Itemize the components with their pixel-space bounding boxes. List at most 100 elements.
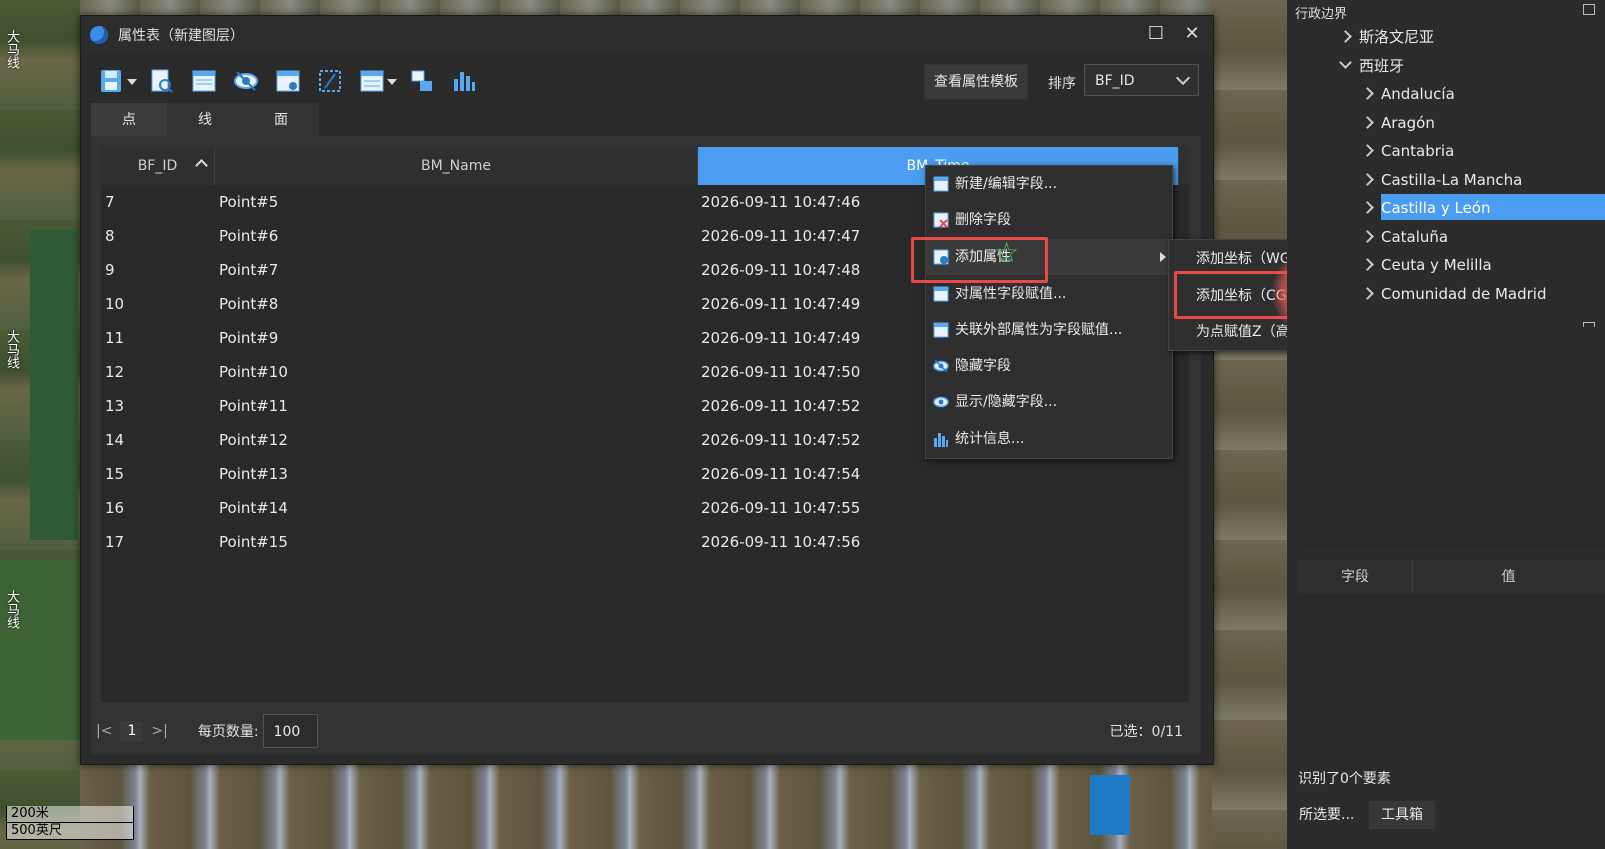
menu-item-hide-field[interactable]: 隐藏字段 [926, 348, 1172, 384]
dropdown-arrow-icon [127, 79, 137, 85]
chevron-right-icon[interactable] [1361, 87, 1374, 100]
show-hide-icon [933, 396, 949, 408]
chevron-down-icon [1175, 70, 1191, 86]
formula-button[interactable] [311, 65, 349, 97]
highlight-box [911, 237, 1048, 283]
table-cell: 17 [105, 533, 125, 551]
close-button[interactable]: ✕ [1179, 22, 1205, 46]
tree-item[interactable]: Cataluña [1381, 223, 1448, 251]
hide-field-button[interactable] [227, 65, 265, 97]
tree-item[interactable]: Castilla-La Mancha [1381, 166, 1522, 194]
chevron-right-icon[interactable] [1361, 229, 1374, 243]
sort-select[interactable]: BF_ID [1084, 64, 1199, 96]
table-row[interactable]: 15 Point#13 2026-09-11 10:47:54 [101, 457, 1189, 491]
table-cell: Point#13 [219, 465, 288, 483]
first-page-icon[interactable]: |< [96, 723, 112, 739]
column-header-bm-name[interactable]: BM_Name [215, 147, 698, 185]
table-row[interactable]: 17 Point#15 2026-09-11 10:47:56 [101, 525, 1189, 559]
menu-item-label: 关联外部属性为字段赋值... [955, 322, 1123, 338]
table-cell: Point#15 [219, 533, 288, 551]
table-cell: Point#9 [219, 329, 279, 347]
tab-polygon[interactable]: 面 [243, 103, 319, 137]
chevron-right-icon[interactable] [1361, 201, 1374, 214]
toolbar [93, 64, 483, 98]
tab-line[interactable]: 线 [167, 103, 243, 137]
table-cell: 2026-09-11 10:47:56 [701, 533, 861, 551]
page-size-input[interactable]: 100 [262, 714, 318, 748]
menu-item-statistics[interactable]: 统计信息... [926, 421, 1172, 457]
tab-selected-features[interactable]: 所选要... [1287, 801, 1366, 829]
locate-icon [276, 70, 300, 92]
maximize-button[interactable]: ☐ [1143, 22, 1169, 46]
table-edit-icon [192, 70, 216, 92]
view-template-button[interactable]: 查看属性模板 [924, 64, 1028, 100]
submenu-arrow-icon [1160, 252, 1166, 262]
locate-button[interactable] [269, 65, 307, 97]
tree-item[interactable]: 斯洛文尼亚 [1359, 23, 1434, 51]
menu-item-new-edit-field[interactable]: 新建/编辑字段... [926, 166, 1172, 202]
tree-item[interactable]: Castilla y León [1381, 194, 1490, 222]
link-attribute-icon [933, 322, 949, 338]
chevron-right-icon[interactable] [1361, 115, 1374, 129]
table-cell: 2026-09-11 10:47:54 [701, 465, 861, 483]
table-cell: 12 [105, 363, 125, 381]
tree-item[interactable]: Aragón [1381, 109, 1435, 137]
tree-item[interactable]: Comunidad de Madrid [1381, 280, 1546, 308]
app-logo-icon [90, 25, 108, 44]
sort-label: 排序 [1048, 76, 1076, 92]
table-cell: 2026-09-11 10:47:52 [701, 397, 861, 415]
table-cell: 2026-09-11 10:47:55 [701, 499, 861, 517]
find-button[interactable] [143, 65, 181, 97]
scale-imperial: 500英尺 [6, 823, 134, 840]
table-cell: 2026-09-11 10:47:49 [701, 329, 861, 347]
table-edit-button[interactable] [185, 65, 223, 97]
window-title: 属性表（新建图层） [118, 27, 244, 44]
tree-item[interactable]: Cantabria [1381, 137, 1454, 165]
field-value-header: 字段 值 [1298, 560, 1605, 594]
table-row[interactable]: 16 Point#14 2026-09-11 10:47:55 [101, 491, 1189, 525]
identify-status: 识别了0个要素 [1298, 771, 1391, 787]
table-cell: 8 [105, 227, 115, 245]
formula-icon [319, 70, 341, 92]
table-cell: Point#8 [219, 295, 279, 313]
table-cell: Point#14 [219, 499, 288, 517]
chevron-right-icon[interactable] [1361, 286, 1374, 300]
assign-value-icon [933, 286, 949, 302]
tab-toolbox[interactable]: 工具箱 [1369, 801, 1435, 829]
table-cell: Point#6 [219, 227, 279, 245]
tree-item[interactable]: Ceuta y Melilla [1381, 251, 1492, 279]
tab-point[interactable]: 点 [91, 103, 167, 137]
table-cell: 2026-09-11 10:47:48 [701, 261, 861, 279]
statistics-button[interactable] [445, 65, 483, 97]
table-cell: 2026-09-11 10:47:49 [701, 295, 861, 313]
road-label: 大马线 [4, 30, 19, 69]
chevron-right-icon[interactable] [1361, 258, 1374, 271]
chevron-down-icon[interactable] [1339, 55, 1352, 69]
last-page-icon[interactable]: >| [151, 723, 167, 739]
chevron-right-icon[interactable] [1339, 30, 1352, 43]
panel-splitter[interactable] [1287, 317, 1605, 327]
table-cell: 9 [105, 261, 115, 279]
chevron-right-icon[interactable] [1361, 172, 1374, 186]
sort-value: BF_ID [1095, 73, 1135, 89]
menu-item-link-attribute[interactable]: 关联外部属性为字段赋值... [926, 312, 1172, 348]
title-bar[interactable]: 属性表（新建图层） ☐ ✕ [81, 16, 1213, 53]
column-header-field[interactable]: 字段 [1298, 560, 1413, 594]
column-header-value[interactable]: 值 [1412, 560, 1605, 594]
table-cell: Point#10 [219, 363, 288, 381]
menu-item-show-hide-field[interactable]: 显示/隐藏字段... [926, 384, 1172, 420]
menu-item-delete-field[interactable]: 删除字段 [926, 202, 1172, 238]
restore-icon[interactable] [1583, 4, 1595, 15]
column-header-bf-id[interactable]: BF_ID [101, 147, 215, 185]
tree-item[interactable]: 西班牙 [1359, 52, 1404, 80]
tree-item[interactable]: Andalucía [1381, 80, 1455, 108]
panel-title: 行政边界 [1295, 7, 1348, 22]
road-label: 大马线 [4, 590, 19, 629]
selection-count: 已选：0/11 [1109, 724, 1183, 740]
list-button[interactable] [353, 65, 397, 97]
page-number[interactable]: 1 [120, 721, 144, 741]
delete-field-icon [933, 212, 949, 228]
relate-button[interactable] [403, 65, 441, 97]
save-button[interactable] [93, 65, 137, 97]
chevron-right-icon[interactable] [1361, 144, 1374, 157]
